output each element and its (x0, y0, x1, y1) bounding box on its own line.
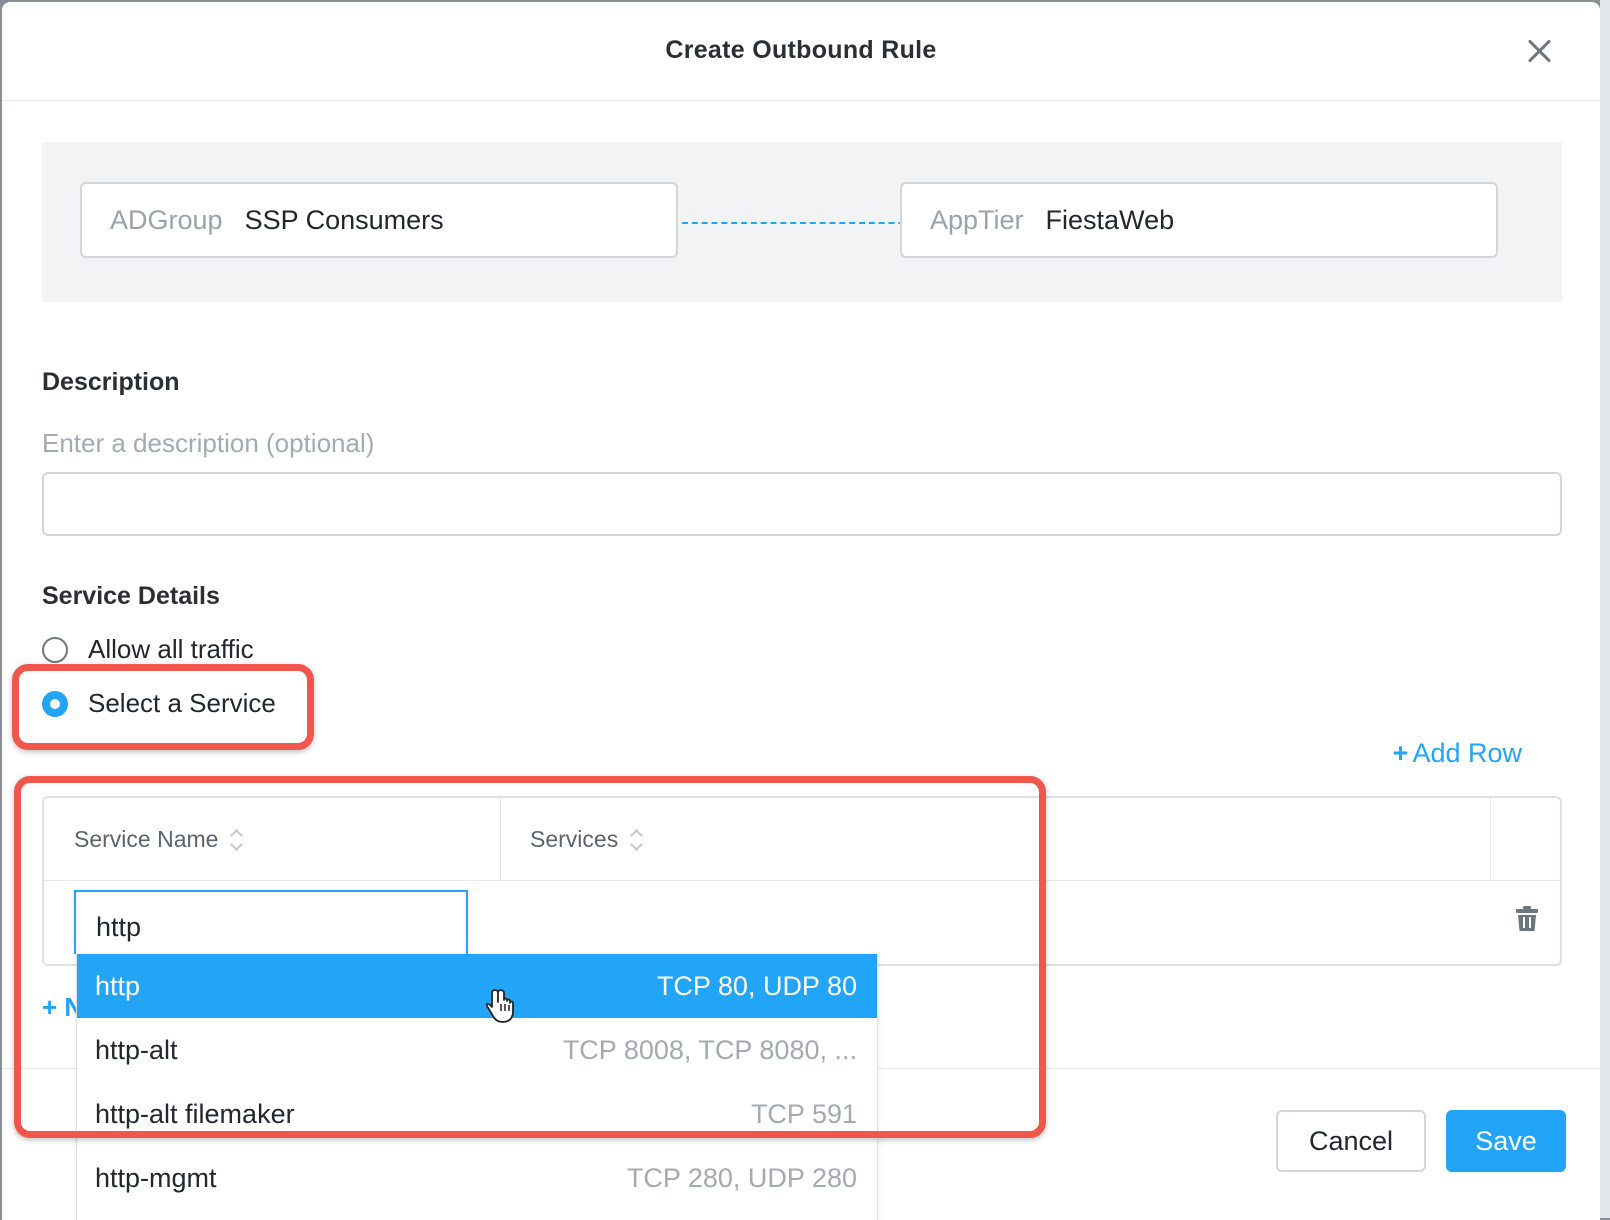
option-ports: TCP 280, UDP 280 (626, 1162, 857, 1193)
rule-flow-panel: ADGroup SSP Consumers AppTier FiestaWeb (42, 142, 1562, 302)
modal-header: Create Outbound Rule (2, 2, 1600, 101)
option-name: http-mgmt (95, 1162, 217, 1193)
add-row-label: Add Row (1412, 738, 1522, 768)
background-page-edge (1600, 0, 1610, 1218)
highlight-service-table (14, 776, 1046, 1138)
description-hint: Enter a description (optional) (42, 428, 375, 458)
target-kind-label: AppTier (930, 204, 1024, 235)
service-details-heading: Service Details (42, 582, 220, 610)
target-value: FiestaWeb (1045, 204, 1175, 235)
source-value: SSP Consumers (244, 204, 444, 235)
cancel-button[interactable]: Cancel (1276, 1110, 1426, 1172)
column-divider (1490, 798, 1491, 880)
modal-title: Create Outbound Rule (665, 36, 937, 64)
plus-icon: + (1392, 738, 1409, 768)
source-kind-label: ADGroup (110, 204, 223, 235)
description-input[interactable] (42, 472, 1562, 536)
description-heading: Description (42, 368, 180, 396)
flow-connector-line (682, 222, 924, 224)
highlight-select-service (12, 664, 314, 750)
dropdown-option-http-mgmt[interactable]: http-mgmt TCP 280, UDP 280 (77, 1146, 877, 1210)
target-entity-box: AppTier FiestaWeb (900, 182, 1498, 258)
radio-label-allow-all: Allow all traffic (88, 634, 254, 664)
radio-button-unselected[interactable] (42, 636, 68, 663)
close-icon[interactable] (1524, 36, 1554, 66)
radio-allow-all-traffic[interactable]: Allow all traffic (42, 634, 254, 665)
add-row-button[interactable]: + Add Row (1393, 738, 1522, 769)
trash-icon[interactable] (1516, 906, 1538, 932)
save-button[interactable]: Save (1446, 1110, 1566, 1172)
source-entity-box: ADGroup SSP Consumers (80, 182, 678, 258)
